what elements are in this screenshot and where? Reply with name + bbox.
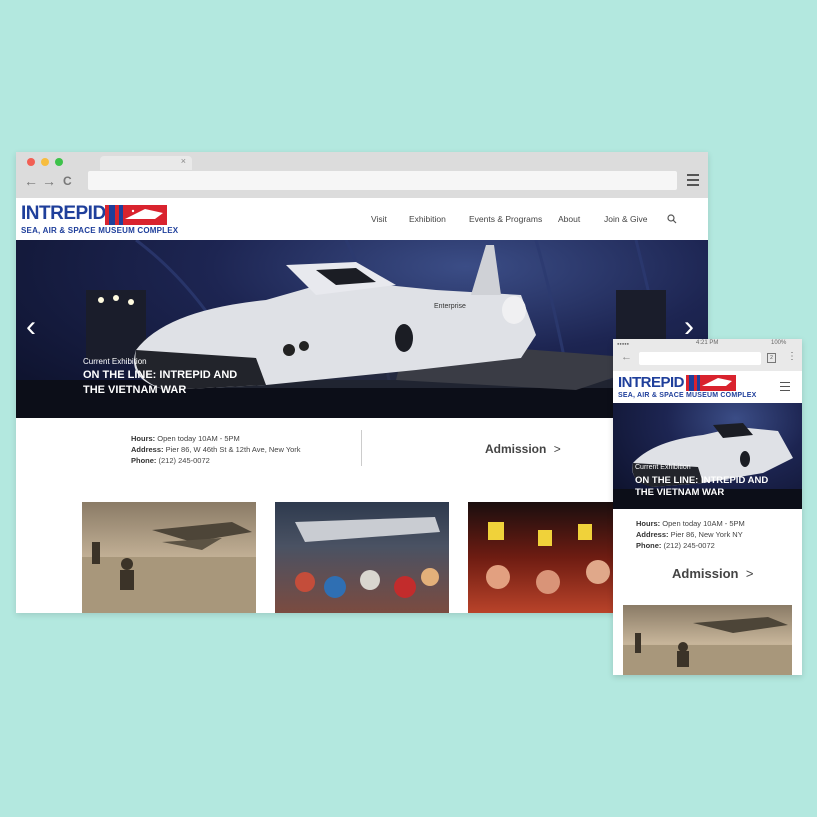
status-time: 4:21 PM: [696, 340, 719, 346]
tabs-count-icon[interactable]: 2: [767, 353, 776, 363]
mobile-admission-link[interactable]: Admission >: [672, 565, 754, 583]
mobile-visitor-info: Hours: Open today 10AM - 5PM Address: Pi…: [636, 518, 745, 551]
hero-kicker: Current Exhibition: [83, 357, 147, 366]
desktop-browser-window: × ← → C INTREPID SEA, AIR & SPACE MUSEUM…: [16, 152, 708, 613]
forward-arrow-icon[interactable]: →: [42, 173, 56, 189]
mobile-logo-wordmark: INTREPID: [618, 374, 685, 391]
phone-label: Phone:: [131, 456, 157, 465]
menu-dots-icon[interactable]: ⋮: [787, 351, 797, 362]
shuttle-name-text: Enterprise: [434, 303, 466, 310]
signal-indicator: ●●●●●: [617, 341, 630, 346]
mobile-hero[interactable]: Current Exhibition ON THE LINE: INTREPID…: [613, 403, 802, 509]
close-window-button[interactable]: [27, 158, 35, 166]
browser-menu-icon[interactable]: [687, 174, 699, 189]
reload-icon[interactable]: C: [63, 174, 72, 188]
admission-label: Admission: [485, 442, 547, 456]
mobile-logo-subtitle: SEA, AIR & SPACE MUSEUM COMPLEX: [618, 392, 757, 399]
browser-tab[interactable]: ×: [100, 156, 192, 170]
mobile-hours-label: Hours:: [636, 519, 661, 528]
phone-value: (212) 245-0072: [158, 456, 210, 465]
minimize-window-button[interactable]: [41, 158, 49, 166]
tab-close-icon[interactable]: ×: [181, 156, 186, 166]
nav-events-programs[interactable]: Events & Programs: [469, 214, 542, 224]
mobile-hero-title-line1: ON THE LINE: INTREPID AND: [635, 475, 769, 486]
mobile-admission-label: Admission: [672, 566, 739, 581]
visitors-photo-image: [295, 517, 440, 598]
logo-subtitle: SEA, AIR & SPACE MUSEUM COMPLEX: [21, 226, 179, 235]
logo-wordmark: INTREPID: [21, 203, 106, 224]
hero-prev-arrow[interactable]: ‹: [26, 310, 36, 344]
back-arrow-icon[interactable]: ←: [24, 173, 38, 189]
hero-title-line2: THE VIETNAM WAR: [83, 384, 187, 396]
mobile-hours-value: Open today 10AM - 5PM: [662, 519, 745, 528]
hero-title-line1: ON THE LINE: INTREPID AND: [83, 369, 238, 381]
hamburger-menu-icon[interactable]: [780, 382, 790, 391]
nav-exhibition[interactable]: Exhibition: [409, 214, 446, 224]
flag-logo-icon: [105, 205, 167, 225]
thumbnail-aircraft-carrier[interactable]: [82, 502, 256, 613]
mobile-device: ●●●●● 4:21 PM 100% ← 2 ⋮ INTREPID SEA, A…: [613, 339, 802, 675]
address-label: Address:: [131, 445, 164, 454]
mobile-hero-kicker: Current Exhibition: [635, 464, 691, 471]
thumbnail-simulator-ride[interactable]: [468, 502, 628, 613]
hours-label: Hours:: [131, 434, 156, 443]
mobile-phone-value: (212) 245-0072: [663, 541, 715, 550]
nav-join-give[interactable]: Join & Give: [604, 214, 647, 224]
hero-slider[interactable]: Enterprise ‹ › Current Exhibition ON THE…: [16, 240, 708, 418]
hours-value: Open today 10AM - 5PM: [157, 434, 240, 443]
mobile-hero-title-line2: THE VIETNAM WAR: [635, 487, 725, 498]
mobile-address-label: Address:: [636, 530, 669, 539]
mobile-address-bar[interactable]: [639, 352, 761, 365]
mobile-phone-label: Phone:: [636, 541, 662, 550]
nav-visit[interactable]: Visit: [371, 214, 387, 224]
jet-photo-image: [82, 522, 256, 613]
mobile-address-value: Pier 86, New York NY: [670, 530, 743, 539]
battery-indicator: 100%: [771, 340, 787, 346]
visitor-info: Hours: Open today 10AM - 5PM Address: Pi…: [131, 433, 301, 466]
browser-chrome: × ← → C: [16, 152, 708, 198]
hero-title[interactable]: ON THE LINE: INTREPID AND THE VIETNAM WA…: [83, 368, 237, 398]
search-icon[interactable]: [667, 214, 677, 224]
maximize-window-button[interactable]: [55, 158, 63, 166]
info-divider: [361, 430, 362, 466]
admission-link[interactable]: Admission >: [485, 440, 561, 458]
chevron-right-icon: >: [553, 442, 561, 456]
chevron-right-icon: >: [745, 566, 754, 581]
flag-logo-icon: [686, 375, 736, 391]
mobile-thumbnail-aircraft-carrier[interactable]: [623, 605, 792, 675]
back-arrow-icon[interactable]: ←: [621, 351, 632, 363]
jet-photo-image: [623, 617, 792, 675]
mobile-hero-title[interactable]: ON THE LINE: INTREPID AND THE VIETNAM WA…: [635, 475, 768, 499]
address-bar[interactable]: [88, 171, 677, 190]
site-header: INTREPID SEA, AIR & SPACE MUSEUM COMPLEX…: [16, 198, 708, 240]
simulator-photo-image: [486, 522, 610, 594]
nav-about[interactable]: About: [558, 214, 580, 224]
thumbnail-museum-visitors[interactable]: [275, 502, 449, 613]
address-value: Pier 86, W 46th St & 12th Ave, New York: [165, 445, 301, 454]
mobile-browser-chrome: ●●●●● 4:21 PM 100% ← 2 ⋮: [613, 339, 802, 371]
